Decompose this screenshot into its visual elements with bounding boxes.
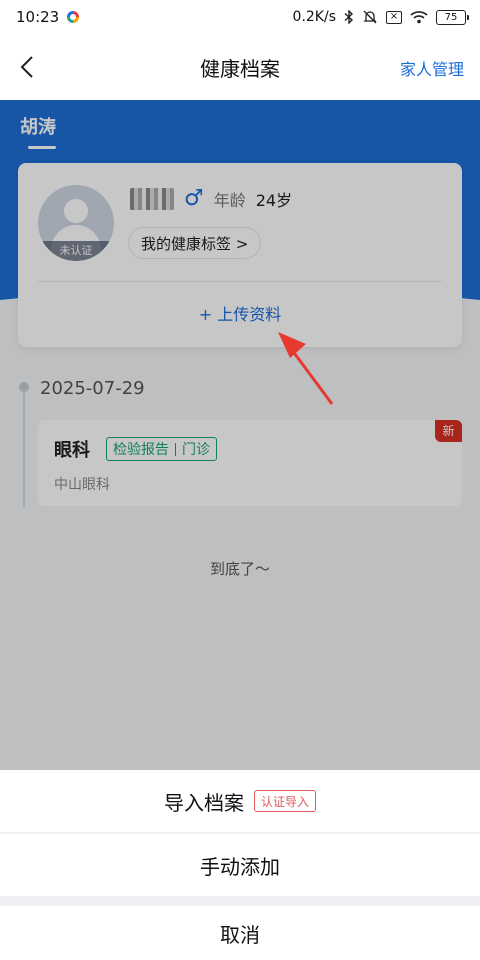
app-notification-icon — [67, 11, 80, 23]
sim-off-icon: × — [386, 10, 402, 24]
action-sheet: 导入档案 认证导入 手动添加 取消 — [0, 770, 480, 960]
wifi-icon — [410, 10, 428, 24]
certified-import-tag: 认证导入 — [253, 790, 316, 812]
battery-icon: 75 — [436, 9, 469, 25]
manual-add-option[interactable]: 手动添加 — [0, 834, 480, 896]
cancel-button[interactable]: 取消 — [0, 906, 480, 960]
battery-level: 75 — [444, 11, 458, 23]
page-title: 健康档案 — [200, 56, 280, 81]
family-management-link[interactable]: 家人管理 — [400, 56, 464, 80]
chevron-left-icon — [20, 56, 33, 78]
network-speed: 0.2K/s — [292, 9, 336, 25]
import-record-option[interactable]: 导入档案 认证导入 — [0, 770, 480, 832]
modal-backdrop[interactable] — [0, 100, 480, 770]
import-record-label: 导入档案 — [163, 790, 244, 815]
nav-bar: 健康档案 家人管理 — [0, 34, 480, 100]
back-button[interactable] — [12, 52, 42, 82]
sheet-gap — [0, 896, 480, 906]
status-time: 10:23 — [16, 8, 60, 26]
annotation-arrow-icon — [278, 332, 334, 405]
status-bar: 10:23 0.2K/s × 75 — [0, 0, 480, 34]
bluetooth-icon — [344, 10, 354, 24]
mute-bell-icon — [362, 9, 378, 25]
